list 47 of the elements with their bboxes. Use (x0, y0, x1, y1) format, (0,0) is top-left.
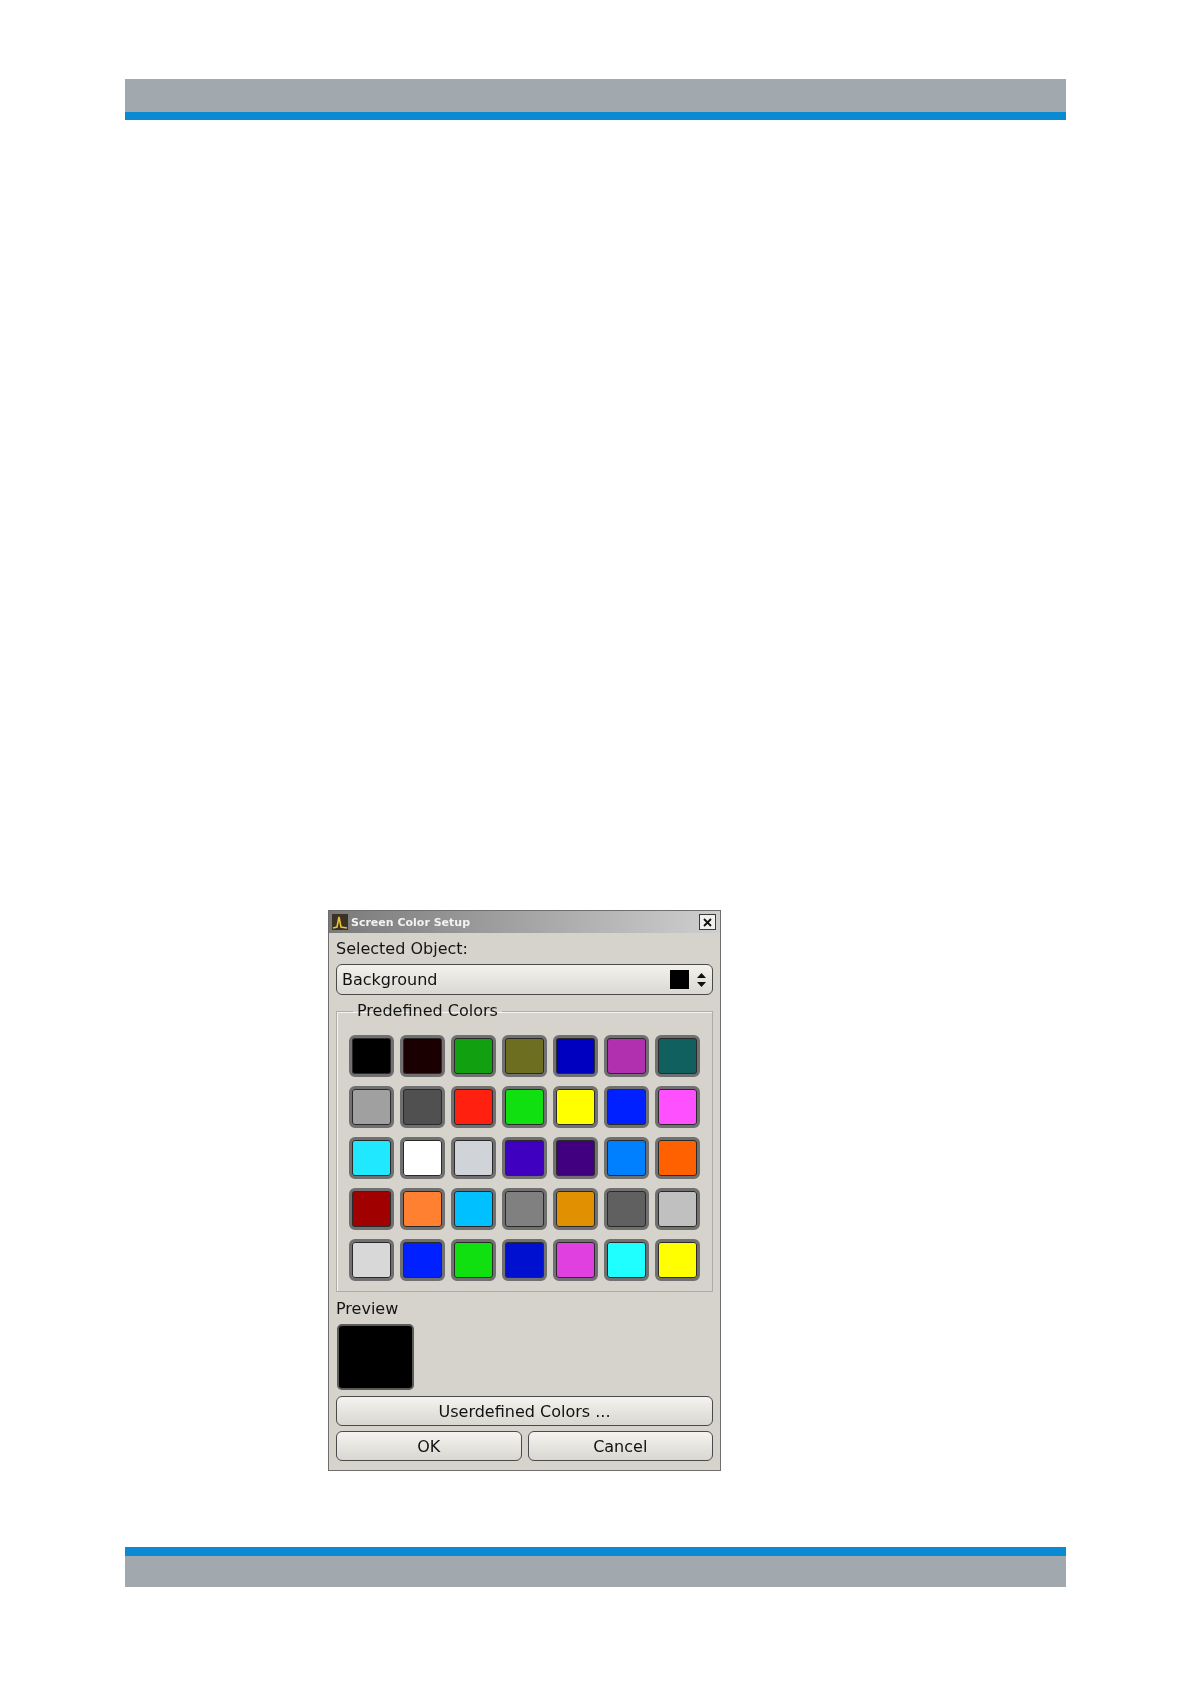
color-swatch[interactable] (400, 1188, 445, 1230)
field-label: Selected Object: (336, 939, 469, 959)
color-swatch[interactable] (553, 1086, 598, 1128)
color-swatch[interactable] (451, 1137, 496, 1179)
color-swatch[interactable] (502, 1086, 547, 1128)
color-swatch[interactable] (553, 1035, 598, 1077)
color-swatch[interactable] (604, 1188, 649, 1230)
group-title: Predefined Colors (356, 1001, 499, 1021)
color-swatch[interactable] (349, 1035, 394, 1077)
color-swatch[interactable] (553, 1188, 598, 1230)
object-dropdown[interactable]: Background (336, 964, 713, 995)
color-swatch[interactable] (502, 1137, 547, 1179)
color-swatch[interactable] (655, 1137, 700, 1179)
color-swatch[interactable] (349, 1188, 394, 1230)
ok-button[interactable]: OK (336, 1431, 522, 1461)
color-swatch[interactable] (655, 1086, 700, 1128)
waveform-icon (332, 914, 348, 930)
color-swatch[interactable] (604, 1035, 649, 1077)
preview-label: Preview (336, 1299, 400, 1319)
color-swatch[interactable] (502, 1035, 547, 1077)
color-swatch[interactable] (451, 1086, 496, 1128)
color-swatch[interactable] (400, 1239, 445, 1281)
window-title: Screen Color Setup (351, 915, 470, 929)
color-swatch[interactable] (604, 1239, 649, 1281)
color-swatch[interactable] (451, 1035, 496, 1077)
color-swatch[interactable] (349, 1137, 394, 1179)
color-swatch[interactable] (451, 1188, 496, 1230)
color-swatch[interactable] (400, 1035, 445, 1077)
spinner-arrows-icon (697, 972, 706, 987)
color-swatch[interactable] (655, 1188, 700, 1230)
color-swatch[interactable] (655, 1239, 700, 1281)
userdefined-colors-button[interactable]: Userdefined Colors ... (336, 1396, 713, 1426)
color-swatch[interactable] (655, 1035, 700, 1077)
color-swatch[interactable] (400, 1086, 445, 1128)
close-button[interactable] (699, 914, 716, 930)
color-swatch[interactable] (349, 1086, 394, 1128)
color-swatch[interactable] (553, 1239, 598, 1281)
color-swatch[interactable] (400, 1137, 445, 1179)
close-icon (703, 917, 712, 927)
cancel-button[interactable]: Cancel (527, 1431, 713, 1461)
color-swatch[interactable] (349, 1239, 394, 1281)
color-swatch[interactable] (604, 1137, 649, 1179)
color-swatch[interactable] (553, 1137, 598, 1179)
color-swatch[interactable] (502, 1188, 547, 1230)
color-swatch[interactable] (604, 1086, 649, 1128)
color-swatch[interactable] (502, 1239, 547, 1281)
color-swatch[interactable] (451, 1239, 496, 1281)
